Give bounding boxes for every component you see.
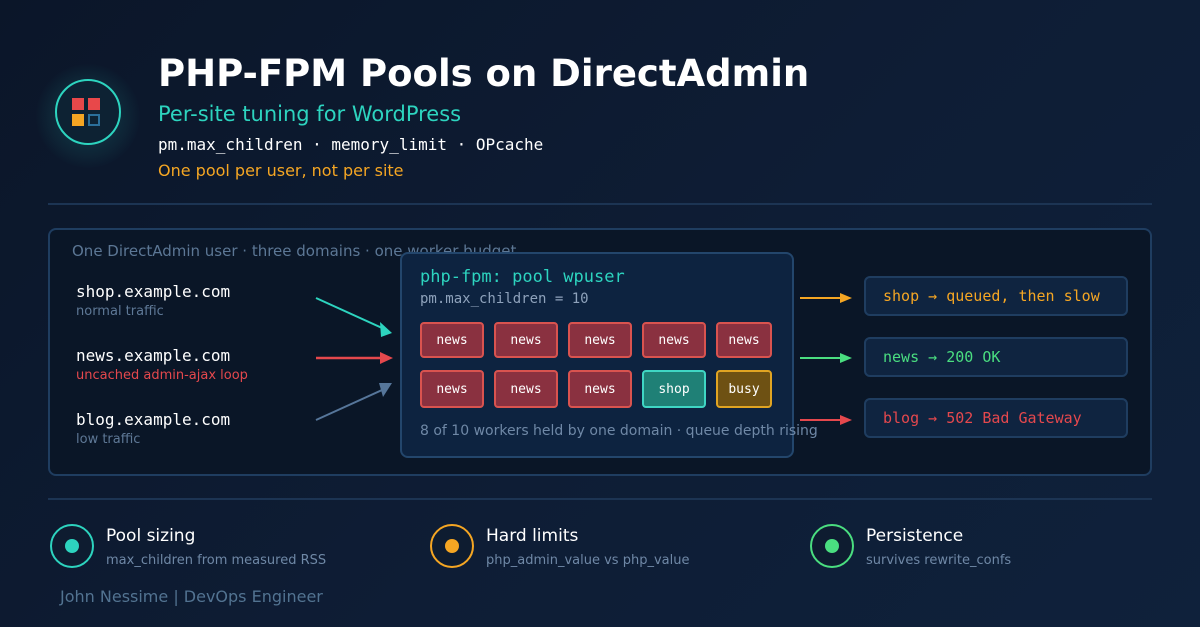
persistence-dot (825, 539, 839, 553)
arrow-to-shop-result (800, 293, 852, 303)
arrow-blog-to-pool (315, 383, 392, 421)
feature-title: Hard limits (486, 526, 579, 546)
worker-slot: news (494, 370, 558, 408)
result-news: news → 200 OK (864, 337, 1128, 377)
hard-limits-icon (430, 524, 474, 568)
arrow-news-to-pool (316, 352, 393, 364)
worker-slot: news (420, 370, 484, 408)
feature-title: Persistence (866, 526, 964, 546)
feature-subtitle: max_children from measured RSS (106, 553, 327, 568)
worker-slot: news (642, 322, 706, 358)
persistence-icon (810, 524, 854, 568)
worker-slot: news (420, 322, 484, 358)
worker-slot: news (568, 370, 632, 408)
worker-slot: news (494, 322, 558, 358)
pool-title: php-fpm: pool wpuser (420, 267, 625, 287)
pool-max-children: pm.max_children = 10 (420, 291, 589, 307)
worker-slot: news (716, 322, 772, 358)
worker-slot-busy: busy (716, 370, 772, 408)
result-blog: blog → 502 Bad Gateway (864, 398, 1128, 438)
arrow-shop-to-pool (315, 297, 392, 337)
pool-status: 8 of 10 workers held by one domain · que… (420, 423, 818, 439)
feature-subtitle: survives rewrite_confs (866, 553, 1012, 568)
pool-sizing-dot (65, 539, 79, 553)
worker-slot-shop: shop (642, 370, 706, 408)
result-shop: shop → queued, then slow (864, 276, 1128, 316)
author-credit: John Nessime | DevOps Engineer (60, 587, 323, 606)
pool-sizing-icon (50, 524, 94, 568)
feature-title: Pool sizing (106, 526, 196, 546)
hard-limits-dot (445, 539, 459, 553)
divider (48, 498, 1152, 500)
feature-subtitle: php_admin_value vs php_value (486, 553, 690, 568)
worker-slot: news (568, 322, 632, 358)
arrow-to-news-result (800, 353, 852, 363)
